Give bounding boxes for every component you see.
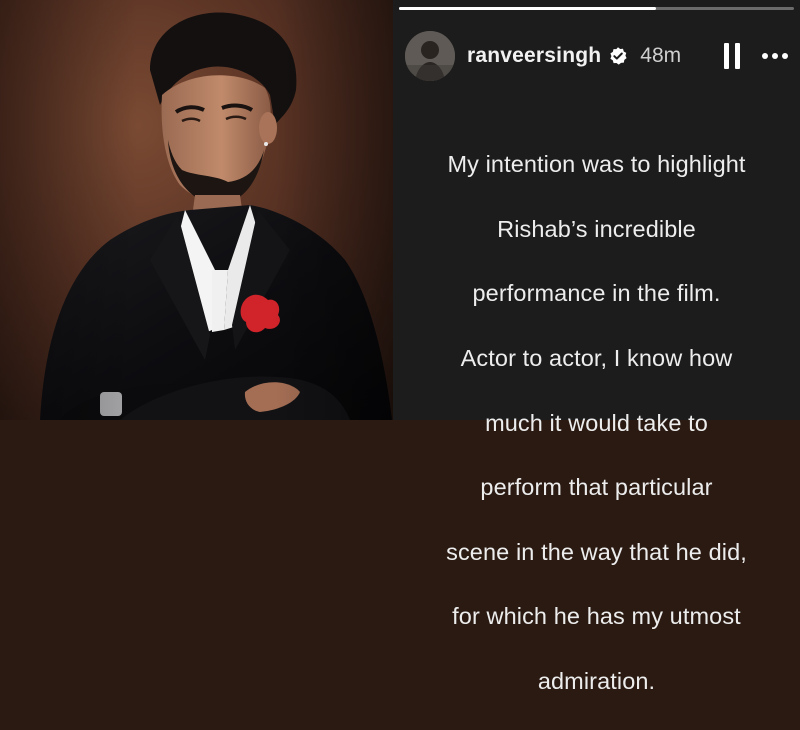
- caption-line: admiration.: [537, 668, 656, 695]
- caption-line: much it would take to: [485, 409, 708, 436]
- pause-button[interactable]: [724, 43, 740, 69]
- more-options-dot: [772, 53, 778, 59]
- story-caption: My intention was to highlight Rishab’s i…: [393, 116, 800, 730]
- vignette-overlay: [0, 0, 393, 420]
- pause-icon: [724, 43, 729, 69]
- caption-line: Actor to actor, I know how: [460, 345, 733, 372]
- username[interactable]: ranveersingh: [467, 44, 601, 68]
- more-options-icon: [762, 53, 768, 59]
- caption-line: for which he has my utmost: [452, 603, 741, 630]
- caption-line: performance in the film.: [472, 280, 721, 307]
- pause-icon-bar: [735, 43, 740, 69]
- avatar[interactable]: [405, 31, 455, 81]
- story-progress-fill: [399, 7, 656, 10]
- instagram-story-panel: ranveersingh 48m My intention was to hig…: [393, 0, 800, 694]
- more-options-dot: [782, 53, 788, 59]
- post-timestamp: 48m: [640, 44, 682, 67]
- verified-badge-icon: [610, 47, 627, 65]
- avatar-image: [405, 31, 455, 81]
- story-progress-bar: [399, 7, 794, 10]
- caption-line: perform that particular: [480, 474, 713, 501]
- story-header: ranveersingh 48m: [405, 30, 792, 82]
- more-options-button[interactable]: [762, 46, 792, 66]
- portrait-photo: [0, 0, 393, 420]
- caption-line: My intention was to highlight: [447, 151, 746, 178]
- composite-image: ranveersingh 48m My intention was to hig…: [0, 0, 800, 694]
- caption-line: scene in the way that he did,: [446, 538, 747, 565]
- caption-line: Rishab’s incredible: [497, 215, 696, 242]
